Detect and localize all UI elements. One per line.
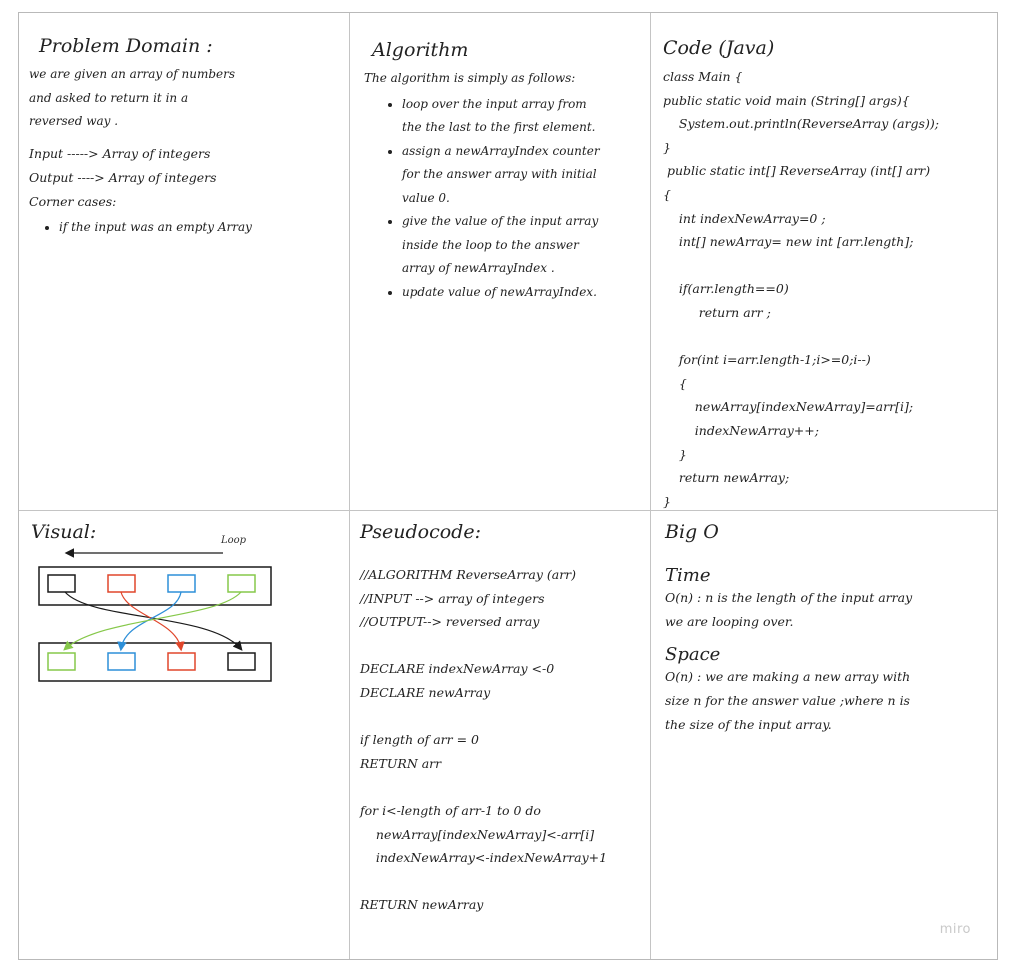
code-line: if(arr.length==0): [663, 281, 789, 297]
pseudocode-line: ​: [360, 705, 645, 729]
algorithm-title: Algorithm: [372, 39, 469, 61]
code-panel: Code (Java) class Main { public static vo…: [663, 37, 993, 513]
code-line: {: [663, 186, 671, 202]
output-line: Output ----> Array of integers: [29, 169, 217, 185]
space-line-1: O(n) : we are making a new array with: [665, 669, 911, 684]
algorithm-step: give the value of the input array inside…: [402, 210, 607, 281]
code-line: }: [663, 139, 671, 155]
code-line: for(int i=arr.length-1;i>=0;i--): [663, 352, 871, 368]
space-heading: Space: [665, 644, 721, 665]
code-title: Code (Java): [663, 37, 775, 59]
output-cell-green: [47, 652, 76, 671]
code-line: int indexNewArray=0 ;: [663, 210, 826, 226]
pseudocode-line: //ALGORITHM ReverseArray (arr): [360, 567, 577, 582]
whiteboard-board: Problem Domain : we are given an array o…: [18, 12, 998, 960]
corner-case-item: if the input was an empty Array: [59, 216, 339, 240]
pseudocode-line: ​: [360, 634, 645, 658]
loop-label: Loop: [220, 535, 247, 546]
code-line: }: [663, 446, 687, 462]
algorithm-intro: The algorithm is simply as follows:: [364, 71, 576, 85]
problem-domain-title: Problem Domain :: [39, 35, 213, 57]
code-line: newArray[indexNewArray]=arr[i];: [663, 399, 914, 415]
problem-domain-panel: Problem Domain : we are given an array o…: [29, 35, 339, 239]
code-line: return newArray;: [663, 470, 790, 486]
visual-panel: Visual: Loop: [31, 521, 341, 682]
mapping-arrow-green: [63, 591, 242, 651]
input-cell-red: [107, 574, 136, 593]
input-cell-blue: [167, 574, 196, 593]
code-line: return arr ;: [663, 304, 771, 320]
time-heading: Time: [665, 565, 711, 586]
reverse-array-diagram: Loop: [38, 535, 272, 682]
pseudocode-panel: Pseudocode: //ALGORITHM ReverseArray (ar…: [360, 521, 645, 917]
code-line: public static void main (String[] args){: [663, 92, 910, 108]
algorithm-steps: loop over the input array from the the l…: [364, 93, 607, 305]
code-line: indexNewArray++;: [663, 422, 819, 438]
pseudocode-line: ​: [360, 870, 645, 894]
algorithm-step: update value of newArrayIndex.: [402, 281, 607, 305]
time-line-2: we are looping over.: [665, 614, 794, 629]
input-cell-green: [227, 574, 256, 593]
pseudocode-line: for i<-length of arr-1 to 0 do: [360, 802, 541, 818]
code-line: }: [663, 493, 671, 509]
algorithm-step: assign a newArrayIndex counter for the a…: [402, 140, 607, 211]
pseudocode-block: //ALGORITHM ReverseArray (arr) //INPUT --…: [360, 563, 645, 917]
pseudocode-line: indexNewArray<-indexNewArray+1: [360, 850, 608, 866]
pseudocode-line: ​: [360, 775, 645, 799]
big-o-title: Big O: [665, 521, 719, 543]
code-line: System.out.println(ReverseArray (args));: [663, 116, 939, 132]
output-cell-red: [167, 652, 196, 671]
corner-cases-label: Corner cases:: [29, 193, 117, 209]
pseudocode-line: if length of arr = 0: [360, 732, 479, 748]
output-cell-black: [227, 652, 256, 671]
output-cell-blue: [107, 652, 136, 671]
code-line: public static int[] ReverseArray (int[] …: [663, 163, 931, 179]
pseudocode-line: newArray[indexNewArray]<-arr[i]: [360, 826, 595, 842]
input-cell-black: [47, 574, 76, 593]
problem-line-1: we are given an array of numbers: [29, 67, 236, 81]
code-line: {: [663, 375, 687, 391]
big-o-panel: Big O Time O(n) : n is the length of the…: [665, 521, 985, 737]
mapping-arrow-red: [120, 591, 185, 652]
pseudocode-line: DECLARE indexNewArray <-0: [360, 661, 555, 677]
code-line: ​: [663, 254, 993, 278]
pseudocode-line: DECLARE newArray: [360, 684, 491, 700]
pseudocode-title: Pseudocode:: [360, 521, 481, 543]
miro-watermark: miro: [939, 922, 971, 937]
space-line-2: size n for the answer value ;where n is: [665, 693, 910, 708]
corner-cases-list: if the input was an empty Array: [29, 216, 339, 240]
pseudocode-line: RETURN newArray: [360, 897, 484, 913]
pseudocode-line: //OUTPUT--> reversed array: [360, 614, 540, 630]
mapping-arrow-blue: [117, 591, 182, 652]
algorithm-step: loop over the input array from the the l…: [402, 93, 607, 140]
output-array-frame: [38, 642, 272, 682]
code-block: class Main { public static void main (Str…: [663, 65, 993, 513]
problem-line-2: and asked to return it in a: [29, 90, 189, 105]
code-line: class Main {: [663, 69, 743, 84]
pseudocode-line: //INPUT --> array of integers: [360, 590, 545, 606]
algorithm-panel: Algorithm The algorithm is simply as fol…: [364, 39, 644, 304]
column-divider-1: [349, 13, 350, 959]
time-line-1: O(n) : n is the length of the input arra…: [665, 590, 913, 605]
input-line: Input -----> Array of integers: [29, 145, 211, 161]
code-line: int[] newArray= new int [arr.length];: [663, 234, 914, 250]
column-divider-2: [650, 13, 651, 959]
problem-line-3: reversed way .: [29, 114, 119, 128]
code-line: ​: [663, 325, 993, 349]
mapping-arrow-black: [64, 591, 243, 651]
space-line-3: the size of the input array.: [665, 717, 832, 732]
pseudocode-line: RETURN arr: [360, 755, 442, 771]
